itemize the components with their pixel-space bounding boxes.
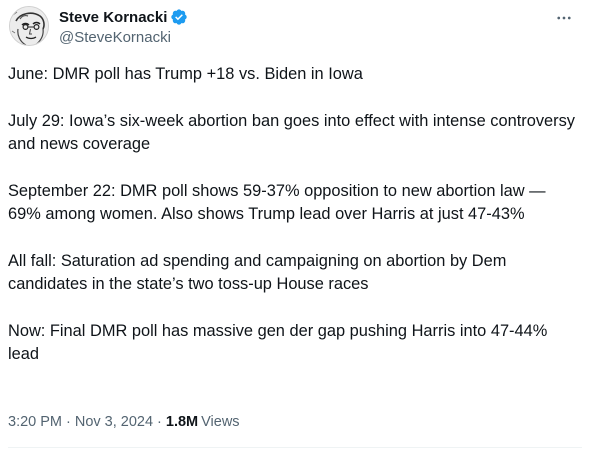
tweet-header: Steve Kornacki @SteveKornacki bbox=[59, 7, 188, 46]
tweet-meta: 3:20 PM · Nov 3, 2024 · 1.8M Views bbox=[8, 414, 240, 430]
divider bbox=[8, 447, 582, 448]
tweet-paragraph: September 22: DMR poll shows 59-37% oppo… bbox=[8, 182, 546, 223]
display-name[interactable]: Steve Kornacki bbox=[59, 9, 167, 26]
views-label: Views bbox=[201, 414, 240, 430]
avatar-sketch bbox=[10, 7, 48, 45]
tweet-text: June: DMR poll has Trump +18 vs. Biden i… bbox=[8, 63, 580, 390]
name-row: Steve Kornacki bbox=[59, 7, 188, 27]
tweet-card: Steve Kornacki @SteveKornacki June: DMR … bbox=[0, 0, 590, 453]
views-count: 1.8M bbox=[165, 414, 199, 430]
tweet-paragraph: All fall: Saturation ad spending and cam… bbox=[8, 252, 507, 293]
tweet-paragraph: July 29: Iowa’s six-week abortion ban go… bbox=[8, 112, 575, 153]
tweet-paragraph: June: DMR poll has Trump +18 vs. Biden i… bbox=[8, 65, 363, 83]
more-horizontal-icon[interactable] bbox=[552, 8, 576, 28]
tweet-date[interactable]: Nov 3, 2024 bbox=[75, 414, 153, 430]
verified-badge-icon[interactable] bbox=[170, 8, 188, 26]
tweet-paragraph: Now: Final DMR poll has massive gen der … bbox=[8, 322, 548, 363]
meta-separator: · bbox=[157, 414, 162, 430]
user-handle[interactable]: @SteveKornacki bbox=[59, 29, 188, 46]
tweet-time[interactable]: 3:20 PM bbox=[8, 414, 62, 430]
meta-separator: · bbox=[66, 414, 71, 430]
avatar[interactable] bbox=[9, 6, 49, 46]
